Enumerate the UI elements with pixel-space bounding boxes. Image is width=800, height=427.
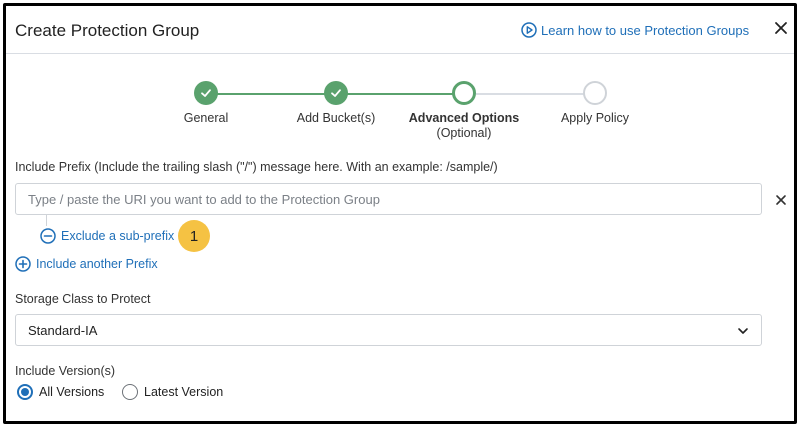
step-connector [476,93,594,95]
storage-class-selected-value: Standard-IA [28,322,98,338]
play-circle-icon [521,22,537,38]
include-another-prefix-link[interactable]: Include another Prefix [15,256,158,272]
dialog-title: Create Protection Group [15,21,200,40]
step-connector [336,93,464,95]
tree-connector-line [46,215,47,226]
remove-prefix-button[interactable] [774,193,788,207]
exclude-sub-prefix-link[interactable]: Exclude a sub-prefix [40,228,174,244]
step-general-circle[interactable] [194,81,218,105]
progress-stepper: General Add Bucket(s) Advanced Options (… [6,79,794,149]
step-general-label: General [183,111,229,125]
chevron-down-icon [738,328,748,334]
close-dialog-button[interactable] [772,19,790,37]
check-icon [201,89,211,97]
step-apply-policy-circle[interactable] [583,81,607,105]
learn-protection-groups-link[interactable]: Learn how to use Protection Groups [521,22,749,38]
include-prefix-label: Include Prefix (Include the trailing sla… [15,160,498,174]
radio-selected-indicator [17,384,33,400]
step-connector [206,93,336,95]
step-advanced-options-circle[interactable] [452,81,476,105]
storage-class-label: Storage Class to Protect [15,292,151,306]
include-another-prefix-label: Include another Prefix [36,257,158,271]
close-icon [776,195,786,205]
latest-version-radio[interactable]: Latest Version [122,384,223,400]
create-protection-group-dialog: Create Protection Group Learn how to use… [3,3,797,424]
all-versions-radio[interactable]: All Versions [17,384,104,400]
minus-circle-icon [40,228,56,244]
radio-unselected-indicator [122,384,138,400]
plus-circle-icon [15,256,31,272]
learn-link-label: Learn how to use Protection Groups [541,22,750,38]
dialog-header: Create Protection Group Learn how to use… [6,6,794,54]
include-versions-label: Include Version(s) [15,364,116,378]
storage-class-select[interactable]: Standard-IA [15,314,762,346]
prefix-input[interactable] [28,184,761,214]
all-versions-label: All Versions [39,385,105,399]
close-icon [775,22,787,34]
step-add-buckets-label: Add Bucket(s) [296,111,376,125]
check-icon [331,89,341,97]
latest-version-label: Latest Version [144,385,224,399]
step-advanced-options-label: Advanced Options (Optional) [394,111,534,140]
callout-number-badge: 1 [178,220,210,252]
step-optional-sublabel: (Optional) [436,126,492,140]
prefix-input-wrapper [15,183,762,215]
step-add-buckets-circle[interactable] [324,81,348,105]
exclude-sub-prefix-label: Exclude a sub-prefix [61,229,175,243]
step-apply-policy-label: Apply Policy [560,111,630,125]
